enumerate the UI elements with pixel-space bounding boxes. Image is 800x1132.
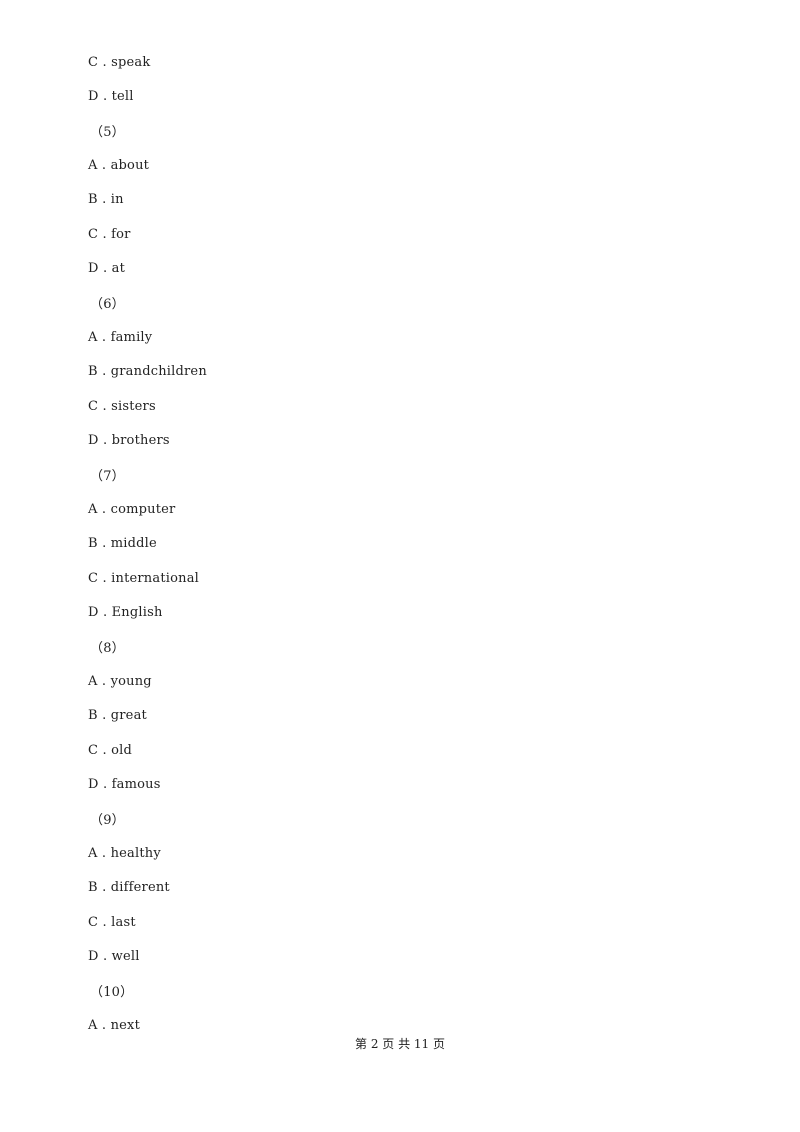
answer-option: D . English (88, 605, 163, 620)
answer-option: B . great (88, 708, 147, 723)
answer-option: A . about (88, 158, 150, 173)
page-footer: 第 2 页 共 11 页 (355, 1037, 445, 1051)
answer-option: B . middle (88, 536, 157, 551)
answer-option: C . for (88, 227, 131, 242)
question-number: （9） (90, 813, 125, 828)
answer-option: A . young (88, 674, 152, 689)
answer-option: D . at (88, 261, 125, 276)
answer-option: D . well (88, 949, 140, 964)
answer-option: C . sisters (88, 399, 156, 414)
question-number: （5） (90, 125, 125, 140)
answer-option: C . international (88, 571, 200, 586)
answer-option: A . computer (88, 502, 176, 517)
question-number: （10） (90, 985, 134, 1000)
question-number: （7） (90, 469, 125, 484)
answer-option: C . speak (88, 55, 151, 70)
answer-option: D . tell (88, 89, 134, 104)
answer-option: C . old (88, 743, 133, 758)
question-number: （8） (90, 641, 125, 656)
answer-option: B . grandchildren (88, 364, 207, 379)
answer-option: B . different (88, 880, 170, 895)
answer-option: A . healthy (88, 846, 161, 861)
answer-option: C . last (88, 915, 136, 930)
answer-option: A . family (88, 330, 153, 345)
answer-option: D . famous (88, 777, 161, 792)
answer-option: B . in (88, 192, 124, 207)
answer-option: D . brothers (88, 433, 170, 448)
question-number: （6） (90, 297, 125, 312)
answer-option: A . next (88, 1018, 141, 1033)
